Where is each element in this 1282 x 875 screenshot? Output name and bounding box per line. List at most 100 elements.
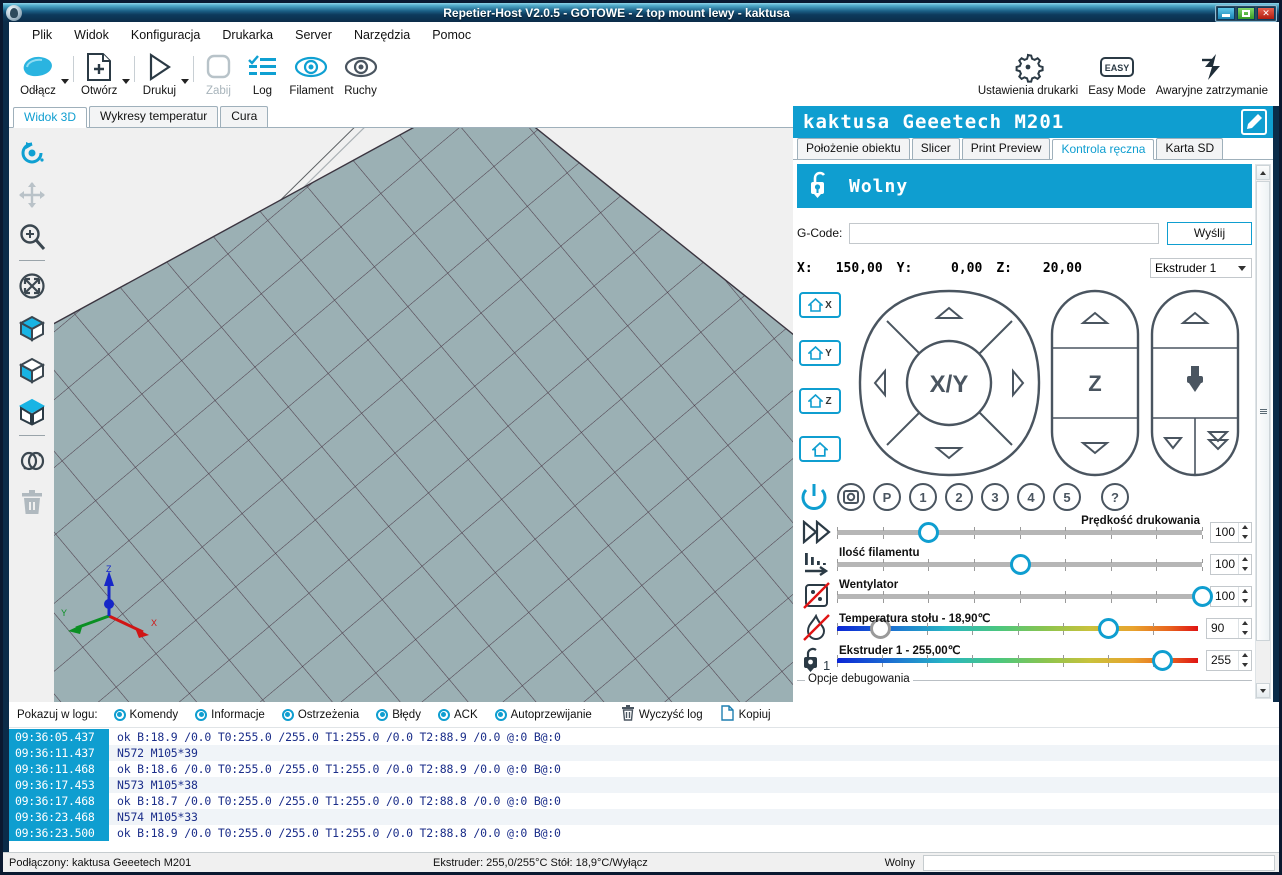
toolbar-button-open[interactable]: Otwórz (76, 48, 122, 97)
print-dropdown[interactable] (181, 48, 191, 98)
extruder-jog-pad[interactable] (1149, 288, 1241, 481)
printer-tabstrip: Położenie obiektu Slicer Print Preview K… (793, 138, 1273, 160)
menu-item-pomoc[interactable]: Pomoc (421, 25, 482, 45)
home-y-button[interactable]: Y (799, 340, 841, 366)
printer-panel-scrollbar[interactable] (1255, 164, 1271, 699)
scale-object-icon[interactable] (12, 265, 52, 307)
cube-front-icon[interactable] (12, 307, 52, 349)
preset-2-button[interactable]: 2 (945, 483, 973, 511)
log-message: N573 M105*38 (109, 778, 198, 792)
menu-item-server[interactable]: Server (284, 25, 343, 45)
cube-top-icon[interactable] (12, 391, 52, 433)
3d-viewport[interactable]: X Y Z (54, 128, 793, 702)
toolbar-label: Awaryjne zatrzymanie (1156, 85, 1268, 97)
duplicate-object-icon[interactable] (12, 440, 52, 482)
flow-spinner[interactable]: 100 (1210, 554, 1252, 575)
gcode-input[interactable] (849, 223, 1159, 244)
toolbar-button-printer-settings[interactable]: Ustawienia drukarki (973, 48, 1083, 97)
tab-karta-sd[interactable]: Karta SD (1156, 138, 1223, 159)
fast-forward-icon (797, 520, 837, 544)
toolbar-button-filament[interactable]: Filament (284, 48, 338, 97)
z-jog-pad[interactable]: Z (1049, 288, 1141, 481)
bed-temp-spinner[interactable]: 90 (1206, 618, 1252, 639)
log-filter-label: ACK (454, 709, 478, 721)
xy-jog-pad[interactable]: X/Y (857, 288, 1042, 481)
toolbar-label: Filament (289, 85, 333, 97)
log-filter-ostrzezenia[interactable]: Ostrzeżenia (275, 709, 366, 721)
manual-control-body: Wolny G-Code: Wyślij X: 150,00 Y: 0,00 (793, 161, 1273, 702)
fan-spinner[interactable]: 100 (1210, 586, 1252, 607)
toolbar-button-moves[interactable]: Ruchy (339, 48, 383, 97)
bed-temp-slider[interactable]: Temperatura stołu - 18,90℃ (837, 614, 1198, 642)
copy-log-button[interactable]: Kopiuj (713, 705, 778, 724)
tab-cura[interactable]: Cura (220, 106, 268, 127)
home-all-button[interactable] (799, 436, 841, 462)
toolbar-button-emergency-stop[interactable]: Awaryjne zatrzymanie (1151, 48, 1273, 97)
svg-text:X/Y: X/Y (930, 371, 969, 398)
home-z-button[interactable]: Z (799, 388, 841, 414)
power-icon[interactable] (799, 482, 829, 512)
open-dropdown[interactable] (122, 48, 132, 98)
tab-widok-3d[interactable]: Widok 3D (13, 107, 87, 128)
log-row: 09:36:11.468 ok B:18.6 /0.0 T0:255.0 /25… (9, 761, 1279, 777)
preset-5-button[interactable]: 5 (1053, 483, 1081, 511)
log-filter-komendy[interactable]: Komendy (107, 709, 186, 721)
toolbar-label: Log (253, 85, 272, 97)
menu-item-plik[interactable]: Plik (21, 25, 63, 45)
extruder-temp-spinner[interactable]: 255 (1206, 650, 1252, 671)
log-filter-autoprzewijanie[interactable]: Autoprzewijanie (488, 709, 599, 721)
flow-slider[interactable]: Ilość filamentu (837, 550, 1202, 578)
print-speed-spinner[interactable]: 100 (1210, 522, 1252, 543)
log-row: 09:36:11.437 N572 M105*39 (9, 745, 1279, 761)
tab-kontrola-reczna[interactable]: Kontrola ręczna (1052, 139, 1154, 160)
extruder-select[interactable]: Ekstruder 1 (1150, 258, 1252, 278)
y-value: 0,00 (916, 261, 982, 276)
toolbar-button-disconnect[interactable]: Odłącz (15, 48, 61, 97)
zoom-view-icon[interactable] (12, 216, 52, 258)
extruder-temp-slider[interactable]: Ekstruder 1 - 255,00℃ (837, 646, 1198, 674)
tab-print-preview[interactable]: Print Preview (962, 138, 1051, 159)
menu-item-drukarka[interactable]: Drukarka (211, 25, 284, 45)
close-button[interactable]: ✕ (1257, 7, 1275, 20)
preset-1-button[interactable]: 1 (909, 483, 937, 511)
preset-3-button[interactable]: 3 (981, 483, 1009, 511)
print-speed-slider[interactable]: Prędkość drukowania (837, 518, 1202, 546)
menu-item-konfiguracja[interactable]: Konfiguracja (120, 25, 212, 45)
svg-text:Z: Z (1088, 371, 1101, 396)
cube-iso-icon[interactable] (12, 349, 52, 391)
help-button[interactable]: ? (1101, 483, 1129, 511)
log-filter-bledy[interactable]: Błędy (369, 709, 428, 721)
tab-polozenie-obiektu[interactable]: Położenie obiektu (797, 138, 910, 159)
menu-item-narzedzia[interactable]: Narzędzia (343, 25, 421, 45)
minimize-button[interactable] (1217, 7, 1235, 20)
toolbar-button-easy-mode[interactable]: EASY Easy Mode (1083, 48, 1151, 97)
send-gcode-button[interactable]: Wyślij (1167, 222, 1252, 245)
log-filter-informacje[interactable]: Informacje (188, 709, 272, 721)
menu-item-widok[interactable]: Widok (63, 25, 120, 45)
delete-object-icon[interactable] (12, 482, 52, 524)
fan-slider[interactable]: Wentylator (837, 582, 1202, 610)
home-x-button[interactable]: X (799, 292, 841, 318)
screenshot-icon[interactable] (837, 483, 865, 511)
preset-p-button[interactable]: P (873, 483, 901, 511)
gear-icon (1011, 50, 1045, 84)
tab-wykresy-temperatur[interactable]: Wykresy temperatur (89, 106, 218, 127)
scroll-down-button[interactable] (1256, 683, 1270, 698)
rotate-view-icon[interactable] (12, 132, 52, 174)
scroll-up-button[interactable] (1256, 165, 1270, 180)
log-filter-ack[interactable]: ACK (431, 709, 485, 721)
move-view-icon[interactable] (12, 174, 52, 216)
preset-4-button[interactable]: 4 (1017, 483, 1045, 511)
scrollbar-thumb[interactable] (1256, 181, 1270, 641)
clear-log-button[interactable]: Wyczyść log (614, 705, 710, 724)
toolbar-button-print[interactable]: Drukuj (137, 48, 181, 97)
disconnect-dropdown[interactable] (61, 48, 71, 98)
toolbar-button-log[interactable]: Log (240, 48, 284, 97)
log-output[interactable]: 09:36:05.437 ok B:18.9 /0.0 T0:255.0 /25… (9, 729, 1279, 852)
maximize-button[interactable] (1237, 7, 1255, 20)
stop-icon (204, 50, 232, 84)
slider-row-extruder-temp: 1 (797, 644, 1252, 676)
edit-pencil-icon[interactable] (1241, 109, 1267, 135)
tab-slicer[interactable]: Slicer (912, 138, 960, 159)
log-filter-label: Komendy (130, 709, 179, 721)
